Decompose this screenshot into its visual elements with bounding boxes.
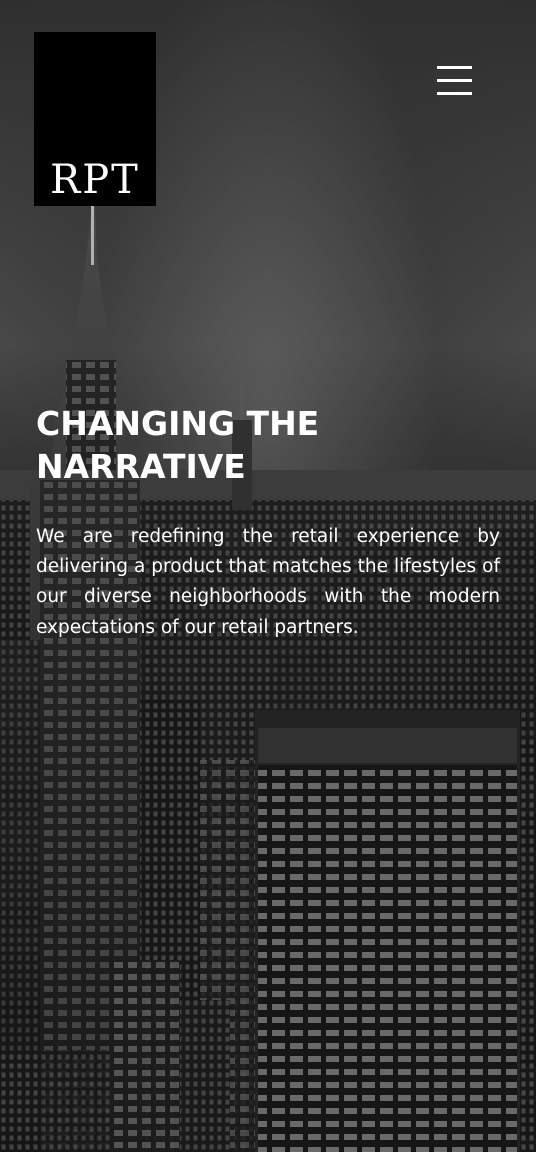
logo-text: RPT [50,157,140,203]
hero-headline: CHANGING THE NARRATIVE [36,404,320,486]
menu-bar-middle [437,79,472,82]
menu-bar-top [437,66,472,69]
hamburger-menu-icon[interactable] [437,66,473,96]
hero-section: RPT CHANGING THE NARRATIVE We are redefi… [0,0,536,1152]
menu-bar-bottom [437,92,472,95]
rpt-logo[interactable]: RPT [34,32,156,206]
hero-description: We are redefining the retail experience … [36,526,500,638]
